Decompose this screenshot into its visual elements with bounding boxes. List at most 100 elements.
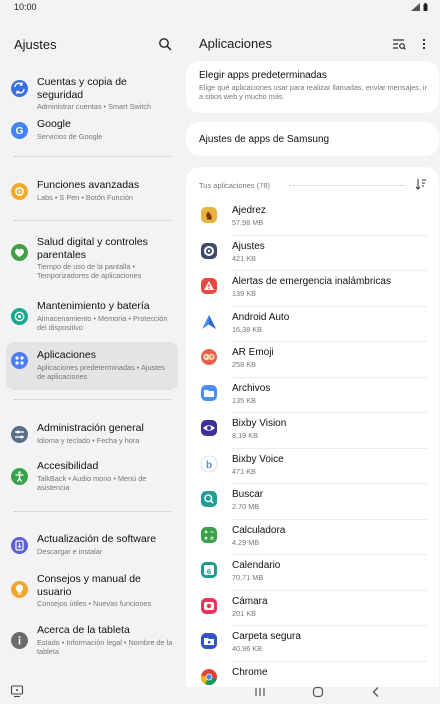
status-bar: 10:00 (0, 0, 440, 16)
app-size: 70,71 MB (232, 573, 264, 582)
app-row[interactable]: Buscar 2,70 MB (199, 484, 427, 520)
settings-item-google[interactable]: G Google Servicios de Google (6, 116, 178, 146)
camera-icon (199, 596, 219, 616)
settings-item-sliders[interactable]: Administración general Idioma y teclado •… (6, 420, 178, 450)
app-row[interactable]: Ajustes 421 KB (199, 236, 427, 271)
app-row[interactable]: 6 Calendario 70,71 MB (199, 555, 427, 591)
chess-icon: ♞ (199, 205, 219, 225)
info-icon (11, 632, 28, 649)
apps-icon (11, 352, 28, 369)
app-name: AR Emoji (232, 347, 274, 358)
tips-icon (11, 581, 28, 598)
alert-icon (199, 276, 219, 296)
svg-text:G: G (16, 126, 24, 137)
settings-item-wellbeing[interactable]: Salud digital y controles parentales Tiem… (6, 234, 178, 280)
app-name: Bixby Vision (232, 418, 287, 429)
search-icon[interactable] (158, 37, 172, 51)
settings-item-info[interactable]: Acerca de la tableta Estado • Información… (6, 622, 178, 666)
settings-item-apps[interactable]: Aplicaciones Aplicaciones predeterminadas… (6, 342, 178, 390)
app-row[interactable]: b Bixby Voice 471 KB (199, 449, 427, 484)
app-row[interactable]: ♞ Ajedrez 57,98 MB (199, 200, 427, 236)
app-row[interactable]: Calculadora 4,29 MB (199, 520, 427, 555)
settings-item-update[interactable]: Actualización de software Descargar e ins… (6, 531, 178, 561)
settings-item-subtitle: Tiempo de uso de la pantalla • Temporiza… (37, 262, 142, 280)
app-name: Android Auto (232, 311, 290, 323)
app-name: Archivos (232, 382, 271, 394)
app-row[interactable]: Carpeta segura 40,96 KB (199, 626, 427, 662)
app-name: Cámara (232, 595, 268, 607)
navigation-bar (0, 680, 440, 704)
bixby-icon: b (199, 454, 219, 474)
app-size: 471 KB (232, 466, 256, 476)
divider (14, 511, 172, 512)
app-row[interactable]: Alertas de emergencia inalámbricas 139 KB (199, 271, 427, 307)
apps-list-header: Tus aplicaciones (78) (199, 178, 427, 192)
app-size: 201 KB (232, 608, 256, 618)
settings-item-tips[interactable]: Consejos y manual de usuario Consejos úti… (6, 571, 178, 615)
app-row[interactable]: Cámara 201 KB (199, 591, 427, 626)
app-row[interactable]: Bixby Vision 8,19 KB (199, 413, 427, 449)
svg-text:b: b (206, 459, 212, 470)
app-name: Chrome (232, 666, 268, 678)
app-size: 139 KB (232, 289, 256, 298)
back-icon[interactable] (368, 684, 384, 700)
app-size: 2,70 MB (232, 502, 260, 511)
apps-title: Aplicaciones (199, 36, 272, 51)
battery-icon (423, 3, 428, 11)
settings-item-subtitle: Servicios de Google (37, 131, 103, 141)
update-icon (11, 537, 28, 554)
app-row[interactable]: Archivos 135 KB (199, 378, 427, 413)
divider (14, 220, 172, 221)
home-icon[interactable] (310, 684, 326, 700)
filter-search-icon[interactable] (392, 37, 406, 51)
samsung-app-settings-label: Ajustes de apps de Samsung (199, 134, 330, 145)
recents-icon[interactable] (252, 684, 268, 700)
app-size: 16,38 KB (232, 324, 263, 334)
divider (14, 399, 172, 400)
secure-folder-icon (199, 631, 219, 651)
settings-item-maintenance[interactable]: Mantenimiento y batería Almacenamiento • … (6, 298, 178, 342)
svg-text:6: 6 (207, 567, 211, 576)
settings-item-subtitle: Idioma y teclado • Fecha y hora (37, 435, 140, 445)
settings-item-subtitle: Almacenamiento • Memoria • Protección de… (37, 313, 168, 332)
samsung-app-settings-card[interactable]: Ajustes de apps de Samsung (186, 122, 439, 156)
app-size: 258 KB (232, 360, 256, 369)
settings-item-gear-plus[interactable]: Funciones avanzadas Labs • S Pen • Botón … (6, 177, 178, 207)
settings-item-sync[interactable]: Cuentas y copia de seguridad Administrar … (6, 74, 178, 111)
settings-item-title: Salud digital y controles parentales (37, 236, 148, 261)
clock: 10:00 (14, 2, 37, 12)
settings-item-subtitle: Consejos útiles • Nuevas funciones (37, 599, 152, 608)
app-name: Ajustes (232, 240, 265, 252)
google-icon: G (11, 122, 28, 139)
settings-item-title: Cuentas y copia de seguridad (37, 76, 127, 101)
svg-text:♞: ♞ (204, 210, 214, 223)
keyboard-toggle-icon[interactable] (10, 684, 26, 700)
wellbeing-icon (11, 244, 28, 261)
apps-pane: Aplicaciones Elegir apps predeterminadas… (186, 16, 440, 687)
settings-item-title: Funciones avanzadas (37, 179, 140, 191)
settings-item-title: Aplicaciones (37, 349, 96, 361)
system-icons (411, 3, 428, 11)
app-name: Buscar (232, 489, 264, 500)
app-row[interactable]: Android Auto 16,38 KB (199, 307, 427, 342)
app-size: 8,19 KB (232, 431, 258, 440)
app-size: 40,96 KB (232, 644, 263, 653)
more-options-icon[interactable] (417, 37, 431, 51)
app-row[interactable]: AR Emoji 258 KB (199, 342, 427, 378)
default-apps-card[interactable]: Elegir apps predeterminadas Elige qué ap… (186, 61, 439, 113)
settings-item-subtitle: TalkBack • Audio mono • Menú de asistenc… (37, 473, 147, 492)
calculator-icon (199, 525, 219, 545)
sort-icon[interactable] (415, 178, 427, 190)
settings-icon (199, 241, 219, 261)
gear-plus-icon (11, 183, 28, 200)
settings-item-subtitle: Descargar e instalar (37, 546, 103, 556)
ar-emoji-icon (199, 347, 219, 367)
settings-item-accessibility[interactable]: Accesibilidad TalkBack • Audio mono • Men… (6, 458, 178, 500)
settings-item-title: Google (37, 118, 71, 130)
settings-item-subtitle: Estado • Información legal • Nombre de l… (37, 637, 173, 656)
app-name: Ajedrez (232, 205, 266, 216)
maintenance-icon (11, 308, 28, 325)
finder-icon (199, 489, 219, 509)
signal-icon (411, 3, 420, 11)
app-name: Alertas de emergencia inalámbricas (232, 276, 391, 287)
